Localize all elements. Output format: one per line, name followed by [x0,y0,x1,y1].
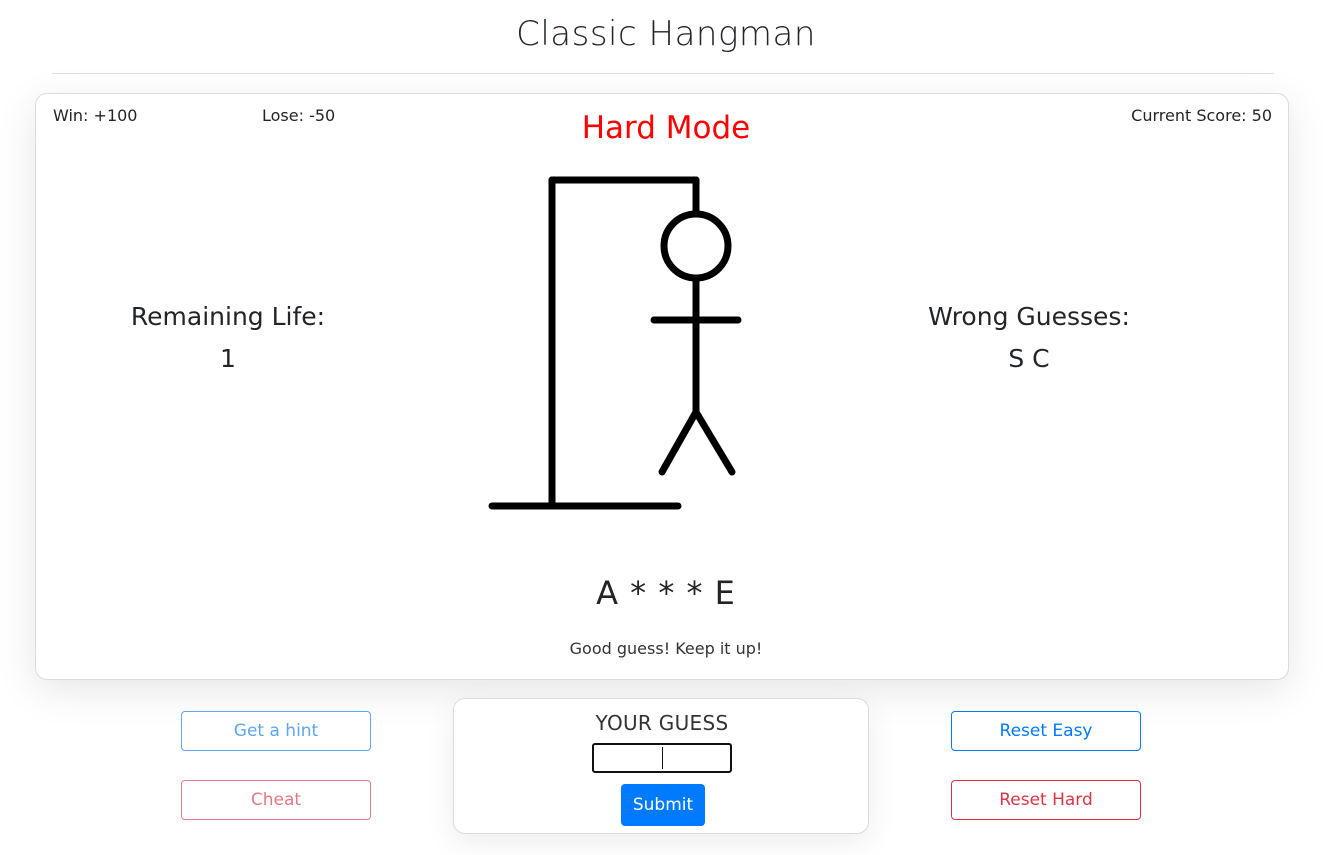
guess-label: YOUR GUESS [595,711,729,735]
wrong-guesses-label: Wrong Guesses: [928,302,1130,331]
reset-hard-button[interactable]: Reset Hard [951,780,1141,820]
title-divider [52,73,1274,74]
hangman-head [660,210,732,282]
remaining-life-value: 1 [220,344,236,373]
cheat-button[interactable]: Cheat [181,780,371,820]
page-title: Classic Hangman [516,14,816,54]
hangman-right-leg [692,408,736,476]
reset-easy-button[interactable]: Reset Easy [951,711,1141,751]
remaining-life-label: Remaining Life: [130,302,326,331]
hangman-left-leg [658,408,700,476]
wrong-guesses-value: S C [1008,344,1050,373]
guess-panel: YOUR GUESS Submit [453,698,869,834]
game-mode-label: Hard Mode [581,110,751,146]
get-hint-button[interactable]: Get a hint [181,711,371,751]
submit-button[interactable]: Submit [621,784,705,826]
word-display: A * * * E [596,574,736,612]
status-message: Good guess! Keep it up! [569,639,763,658]
text-caret [662,747,663,769]
hangman-drawing [488,176,742,510]
